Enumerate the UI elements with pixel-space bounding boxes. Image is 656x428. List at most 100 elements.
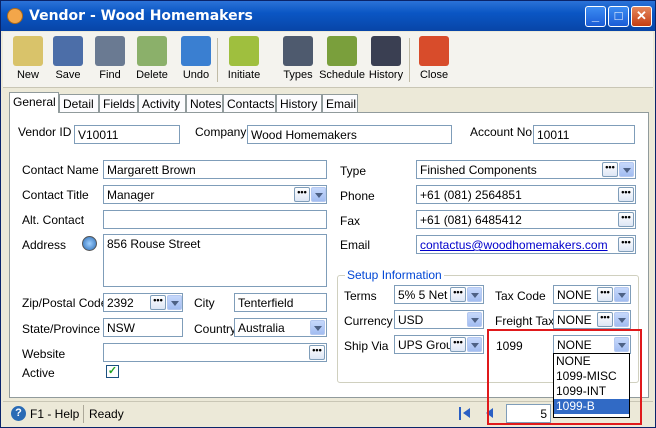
close-button[interactable]: Close [411,34,457,86]
delete-button[interactable]: Delete [129,34,175,86]
contact-title-lookup-button[interactable]: ••• [294,187,310,202]
tax-code-dropdown-arrow[interactable] [614,287,629,302]
terms-label: Terms [344,289,377,303]
type-label: Type [340,164,367,178]
type-lookup-button[interactable]: ••• [602,162,618,177]
tab-activity[interactable]: Activity [138,94,186,112]
zip-dropdown-arrow[interactable] [167,295,182,310]
fax-label: Fax [340,214,361,228]
find-button[interactable]: Find [87,34,133,86]
schedule-icon [327,36,357,66]
company-field[interactable]: Wood Homemakers [247,125,452,144]
tab-contacts[interactable]: Contacts [223,94,276,112]
terms-lookup-button[interactable]: ••• [450,287,466,302]
tax-code-label: Tax Code [495,289,546,303]
account-no-label: Account No [470,125,533,139]
tab-general[interactable]: General [9,92,59,113]
recycle-bin-icon [137,36,167,66]
window-title: Vendor - Wood Homemakers [29,8,253,24]
maximize-button[interactable]: □ [608,6,629,27]
city-label: City [194,296,215,310]
toolbar: New Save Find Delete Undo Initiate Types… [3,32,653,88]
save-icon [53,36,83,66]
freight-tax-dropdown-arrow[interactable] [614,312,629,327]
first-record-icon[interactable] [459,407,471,420]
email-label: Email [340,238,371,252]
email-field[interactable]: contactus@woodhomemakers.com [416,235,636,254]
contact-name-field[interactable]: Margarett Brown [103,160,327,179]
help-text: F1 - Help [30,407,80,421]
new-icon [13,36,43,66]
phone-field[interactable]: +61 (081) 2564851 [416,185,636,204]
website-field[interactable] [103,343,327,362]
active-checkbox[interactable]: ✓ [106,365,119,378]
fax-button[interactable]: ••• [618,212,634,227]
setup-information-legend: Setup Information [345,268,444,282]
city-field[interactable]: Tenterfield [234,293,327,312]
fax-field[interactable]: +61 (081) 6485412 [416,210,636,229]
status-divider [83,405,84,423]
address-label: Address [22,238,67,252]
minimize-button[interactable]: _ [585,6,606,27]
type-dropdown-arrow[interactable] [619,162,634,177]
globe-icon[interactable] [82,236,97,251]
freight-tax-label: Freight Tax [495,314,555,328]
tab-history[interactable]: History [276,94,322,112]
binoculars-icon [95,36,125,66]
contact-title-label: Contact Title [22,188,89,202]
types-button[interactable]: Types [275,34,321,86]
title-bar[interactable]: Vendor - Wood Homemakers _ □ ✕ [1,1,655,31]
zip-lookup-button[interactable]: ••• [150,295,166,310]
country-label: Country [194,322,237,336]
phone-label: Phone [340,189,375,203]
account-no-field[interactable]: 10011 [533,125,635,144]
country-dropdown-arrow[interactable] [310,320,325,335]
tab-notes[interactable]: Notes [186,94,223,112]
highlight-box [487,329,642,425]
toolbar-separator [409,38,410,82]
contact-title-dropdown-arrow[interactable] [311,187,326,202]
undo-icon [181,36,211,66]
zip-label: Zip/Postal Code [22,296,108,310]
vendor-id-label: Vendor ID [18,125,72,139]
vendor-id-field[interactable]: V10011 [74,125,180,144]
history-button[interactable]: History [363,34,409,86]
contact-name-label: Contact Name [22,163,99,177]
currency-label: Currency [344,314,393,328]
tab-email[interactable]: Email [322,94,358,112]
close-icon [419,36,449,66]
initiate-button[interactable]: Initiate [221,34,267,86]
alt-contact-field[interactable] [103,210,327,229]
state-field[interactable]: NSW [103,318,183,337]
freight-tax-lookup-button[interactable]: ••• [597,312,613,327]
tab-detail[interactable]: Detail [59,94,99,112]
app-icon [7,8,23,24]
toolbar-separator [217,38,218,82]
alt-contact-label: Alt. Contact [22,213,85,227]
tab-fields[interactable]: Fields [99,94,138,112]
help-icon[interactable]: ? [11,406,26,421]
terms-dropdown-arrow[interactable] [467,287,482,302]
status-text: Ready [89,407,124,421]
close-window-button[interactable]: ✕ [631,6,652,27]
phone-dial-button[interactable]: ••• [618,187,634,202]
types-icon [283,36,313,66]
ship-via-label: Ship Via [344,339,389,353]
schedule-button[interactable]: Schedule [319,34,365,86]
active-label: Active [22,366,55,380]
save-button[interactable]: Save [45,34,91,86]
website-label: Website [22,347,66,361]
history-icon [371,36,401,66]
email-send-button[interactable]: ••• [618,237,634,252]
website-open-button[interactable]: ••• [309,345,325,360]
tax-code-lookup-button[interactable]: ••• [597,287,613,302]
address-field[interactable]: 856 Rouse Street [103,234,327,287]
ship-via-lookup-button[interactable]: ••• [450,337,466,352]
state-label: State/Province [22,322,101,336]
currency-dropdown-arrow[interactable] [467,312,482,327]
undo-button[interactable]: Undo [173,34,219,86]
company-label: Company [195,125,247,139]
ship-via-dropdown-arrow[interactable] [467,337,482,352]
traffic-light-icon [229,36,259,66]
vendor-window: Vendor - Wood Homemakers _ □ ✕ New Save … [0,0,656,428]
